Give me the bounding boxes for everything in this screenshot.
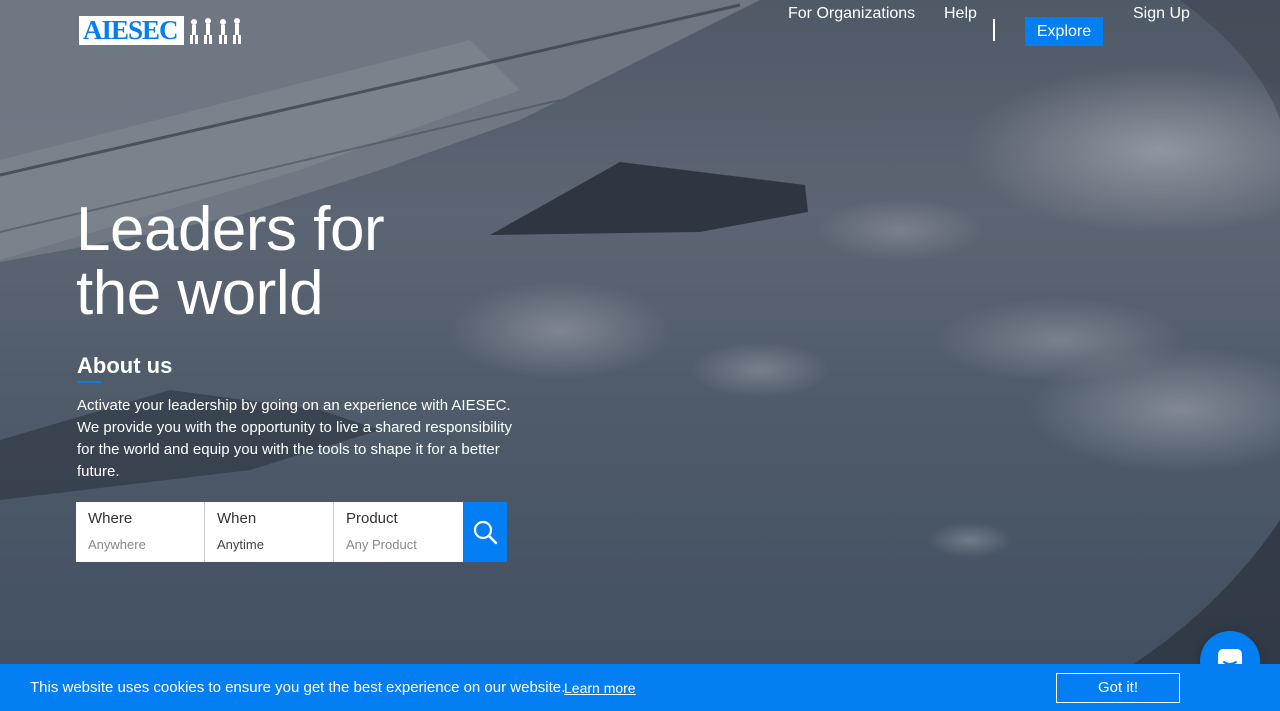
cookie-message: This website uses cookies to ensure you … (30, 679, 566, 696)
when-value: Anytime (217, 537, 264, 552)
product-field[interactable]: Product Any Product (334, 502, 463, 562)
product-label: Product (346, 510, 398, 527)
about-underline (77, 381, 101, 383)
hero-title: Leaders for the world (76, 198, 496, 326)
product-value: Any Product (346, 537, 417, 552)
hero-overlay (0, 0, 1280, 711)
nav-divider (993, 19, 995, 41)
logo-text: AIESEC (83, 15, 179, 45)
logo-box: AIESEC (79, 16, 184, 45)
cookie-banner: This website uses cookies to ensure you … (0, 664, 1280, 711)
sign-up-link[interactable]: Sign Up (1133, 0, 1190, 28)
aiesec-logo[interactable]: AIESEC (79, 16, 259, 45)
when-field[interactable]: When Anytime (205, 502, 334, 562)
cookie-learn-more-link[interactable]: Learn more (564, 679, 636, 698)
nav-help[interactable]: Help (944, 0, 977, 28)
where-label: Where (88, 510, 133, 527)
about-heading: About us (77, 353, 173, 378)
when-label: When (217, 510, 257, 527)
about-description: Activate your leadership by going on an … (77, 397, 512, 480)
where-field[interactable]: Where Anywhere (76, 502, 205, 562)
search-icon (473, 520, 498, 545)
cookie-accept-button[interactable]: Got it! (1056, 673, 1180, 703)
opportunity-search-bar: Where Anywhere When Anytime Product Any … (76, 502, 507, 562)
hero-title-line-2: the world (76, 259, 324, 328)
site-header: AIESEC For Organizations Help Explore Si… (0, 0, 1280, 62)
search-button[interactable] (463, 502, 507, 562)
explore-button[interactable]: Explore (1025, 17, 1103, 46)
logo-figures-icon (189, 18, 241, 44)
nav-for-organizations[interactable]: For Organizations (788, 0, 915, 28)
where-value: Anywhere (88, 537, 146, 552)
hero-title-line-1: Leaders for (76, 195, 385, 264)
